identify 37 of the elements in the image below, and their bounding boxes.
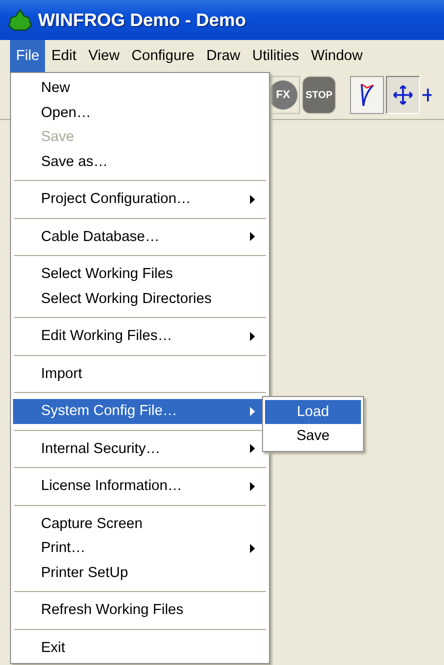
menu-bar-item[interactable]: Utilities [246, 40, 305, 72]
menu-bar-item[interactable]: File [10, 40, 46, 72]
menu-item[interactable]: Save as… [13, 150, 267, 174]
menu-item[interactable]: Import [13, 362, 267, 386]
menu-item[interactable]: Open… [13, 100, 267, 125]
menu-item[interactable]: Edit Working Files… [13, 324, 267, 348]
menu-bar-item[interactable]: Configure [126, 40, 200, 72]
menu-item[interactable]: Save [265, 424, 361, 448]
menu-item[interactable]: Printer SetUp [13, 560, 267, 585]
move-tool-button[interactable] [386, 76, 420, 114]
submenu-arrow-icon [250, 544, 255, 553]
menu-bar-item[interactable]: Window [305, 40, 369, 72]
curve-icon [358, 82, 376, 108]
submenu-arrow-icon [250, 194, 255, 204]
menu-item[interactable]: License Information… [13, 474, 267, 498]
submenu-arrow-icon [250, 482, 255, 491]
menu-item[interactable]: New [13, 76, 267, 100]
submenu-arrow-icon [250, 332, 255, 341]
menu-item[interactable]: Capture Screen [13, 512, 267, 536]
submenu-arrow-icon [250, 232, 255, 242]
menu-item[interactable]: Refresh Working Files [13, 598, 267, 622]
menu-item[interactable]: Print… [13, 536, 267, 560]
menu-bar-item[interactable]: View [82, 40, 126, 72]
menu-item[interactable]: Load [265, 400, 361, 424]
submenu-arrow-icon [250, 406, 255, 416]
menu-bar-item[interactable]: Edit [45, 40, 82, 72]
curve-tool-button[interactable] [350, 76, 384, 114]
menu-item[interactable]: Exit [13, 636, 267, 660]
menu-item[interactable]: Cable Database… [13, 224, 267, 249]
menu-bar-item[interactable]: Draw [200, 40, 246, 72]
menu-item[interactable]: Internal Security… [13, 436, 267, 461]
window-title: WINFROG Demo - Demo [38, 10, 246, 30]
move-icon [392, 84, 414, 106]
submenu-arrow-icon [250, 444, 255, 454]
menu-item[interactable]: Select Working Directories [13, 286, 267, 311]
menu-item[interactable]: Project Configuration… [13, 187, 267, 212]
menu-item[interactable]: Select Working Files [13, 262, 267, 286]
